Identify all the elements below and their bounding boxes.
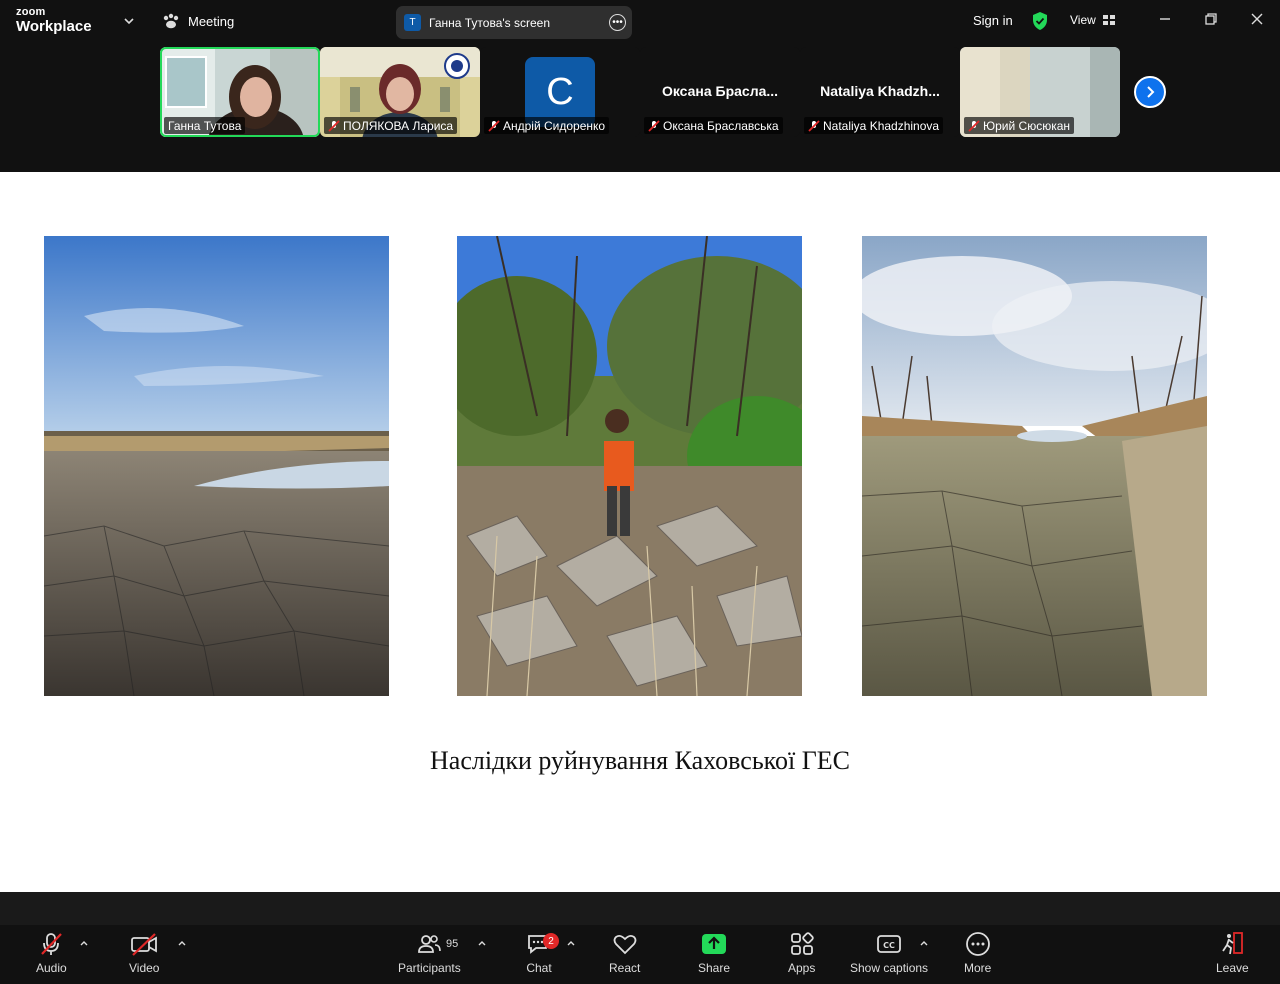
slide-caption: Наслідки руйнування Каховської ГЕС — [430, 746, 850, 775]
show-captions-button[interactable]: CC Show captions — [850, 931, 928, 975]
video-off-icon — [131, 933, 158, 956]
mic-muted-icon — [808, 119, 820, 132]
participant-name-tag: ПОЛЯКОВА Лариса — [324, 117, 458, 134]
participant-name: Юрий Сюсюкан — [983, 118, 1071, 133]
share-screen-icon — [702, 934, 727, 954]
apps-label: Apps — [788, 961, 816, 975]
leave-button[interactable]: Leave — [1216, 931, 1249, 975]
chevron-right-icon — [1147, 86, 1155, 98]
restore-icon[interactable] — [1204, 12, 1218, 26]
more-label: More — [964, 961, 992, 975]
video-button[interactable]: Video — [129, 931, 159, 975]
leave-exit-icon — [1222, 932, 1244, 955]
svg-text:CC: CC — [883, 941, 895, 950]
participant-name: Nataliya Khadzhinova — [823, 118, 940, 133]
mic-muted-icon — [968, 119, 980, 132]
video-label: Video — [129, 961, 160, 975]
participant-strip: Ганна Тутова ПОЛЯКОВА Лариса C Андрій Си… — [0, 44, 1280, 172]
participants-label: Participants — [398, 961, 461, 975]
leave-label: Leave — [1216, 961, 1249, 975]
more-icon — [965, 932, 990, 956]
mic-muted-icon — [648, 119, 660, 132]
participant-name: Ганна Тутова — [168, 118, 242, 133]
captions-label: Show captions — [850, 961, 929, 975]
share-button[interactable]: Share — [698, 931, 730, 975]
participant-name-tag: Nataliya Khadzhinova — [804, 117, 944, 134]
zoom-workplace-logo[interactable]: zoom Workplace — [16, 6, 92, 35]
stage-bottom-padding — [0, 892, 1280, 925]
participant-name-tag: Ганна Тутова — [164, 117, 246, 134]
participants-options-caret-icon[interactable] — [477, 939, 487, 947]
meeting-paw-icon — [163, 13, 179, 29]
apps-button[interactable]: Apps — [788, 931, 815, 975]
heart-icon — [613, 934, 637, 955]
participant-tile[interactable]: Ганна Тутова — [160, 47, 320, 137]
security-shield-icon[interactable] — [1031, 11, 1049, 31]
participant-name-tag: Андрій Сидоренко — [484, 117, 610, 134]
share-label: Share — [698, 961, 731, 975]
view-menu[interactable]: View — [1070, 13, 1116, 27]
participant-tile[interactable]: Оксана Браслa... Оксана Браславська — [640, 47, 800, 137]
grid-view-icon — [1102, 15, 1115, 25]
closed-captions-icon: CC — [877, 935, 901, 953]
chat-label: Chat — [526, 961, 552, 975]
participant-display-name: Оксана Браслa... — [661, 83, 779, 99]
participant-tile[interactable]: ПОЛЯКОВА Лариса — [320, 47, 480, 137]
close-icon[interactable] — [1250, 12, 1264, 26]
participant-tile[interactable]: Юрий Сюсюкан — [960, 47, 1120, 137]
participant-name: ПОЛЯКОВА Лариса — [343, 118, 454, 133]
title-bar: zoom Workplace Meeting T Ганна Тутова's … — [0, 0, 1280, 44]
logo-bottom: Workplace — [16, 18, 92, 35]
meeting-menu[interactable]: Meeting — [162, 13, 234, 29]
logo-top: zoom — [16, 6, 46, 18]
photo-cracked-riverbed — [862, 236, 1207, 696]
participant-tile[interactable]: Nataliya Khadzh... Nataliya Khadzhinova — [800, 47, 960, 137]
audio-label: Audio — [36, 961, 67, 975]
screen-share-label: Ганна Тутова's screen — [429, 15, 551, 30]
participant-name-tag: Юрий Сюсюкан — [964, 117, 1075, 134]
view-label: View — [1070, 13, 1096, 27]
chevron-down-icon[interactable] — [122, 14, 136, 28]
mic-muted-icon — [41, 933, 63, 955]
mic-muted-icon — [488, 119, 500, 132]
participant-display-name: Nataliya Khadzh... — [820, 83, 940, 99]
chat-unread-badge: 2 — [543, 933, 559, 949]
react-button[interactable]: React — [609, 931, 640, 975]
participant-tile[interactable]: C Андрій Сидоренко — [480, 47, 640, 137]
apps-icon — [790, 932, 814, 955]
participant-name: Оксана Браславська — [663, 118, 779, 133]
participant-name: Андрій Сидоренко — [503, 118, 606, 133]
audio-options-caret-icon[interactable] — [79, 939, 89, 947]
shared-screen: Наслідки руйнування Каховської ГЕС — [0, 172, 1280, 892]
react-label: React — [609, 961, 641, 975]
meeting-toolbar: Audio Video Participants 95 Chat 2 React… — [0, 925, 1280, 984]
photo-field-researcher — [457, 236, 802, 696]
photo-dry-lakebed — [44, 236, 389, 696]
more-button[interactable]: More — [964, 931, 991, 975]
participants-count: 95 — [446, 938, 459, 950]
participant-name-tag: Оксана Браславська — [644, 117, 783, 134]
video-options-caret-icon[interactable] — [177, 939, 187, 947]
audio-button[interactable]: Audio — [36, 931, 67, 975]
meeting-label: Meeting — [188, 13, 235, 29]
sharer-avatar: T — [404, 14, 421, 31]
minimize-icon[interactable] — [1158, 12, 1172, 26]
chat-options-caret-icon[interactable] — [566, 939, 576, 947]
participants-icon — [418, 935, 442, 953]
mic-muted-icon — [328, 119, 340, 132]
screen-share-indicator[interactable]: T Ганна Тутова's screen ••• — [396, 6, 632, 39]
captions-options-caret-icon[interactable] — [919, 939, 929, 947]
sign-in-link[interactable]: Sign in — [973, 13, 1013, 28]
next-page-button[interactable] — [1134, 76, 1166, 108]
more-options-icon[interactable]: ••• — [609, 14, 626, 31]
